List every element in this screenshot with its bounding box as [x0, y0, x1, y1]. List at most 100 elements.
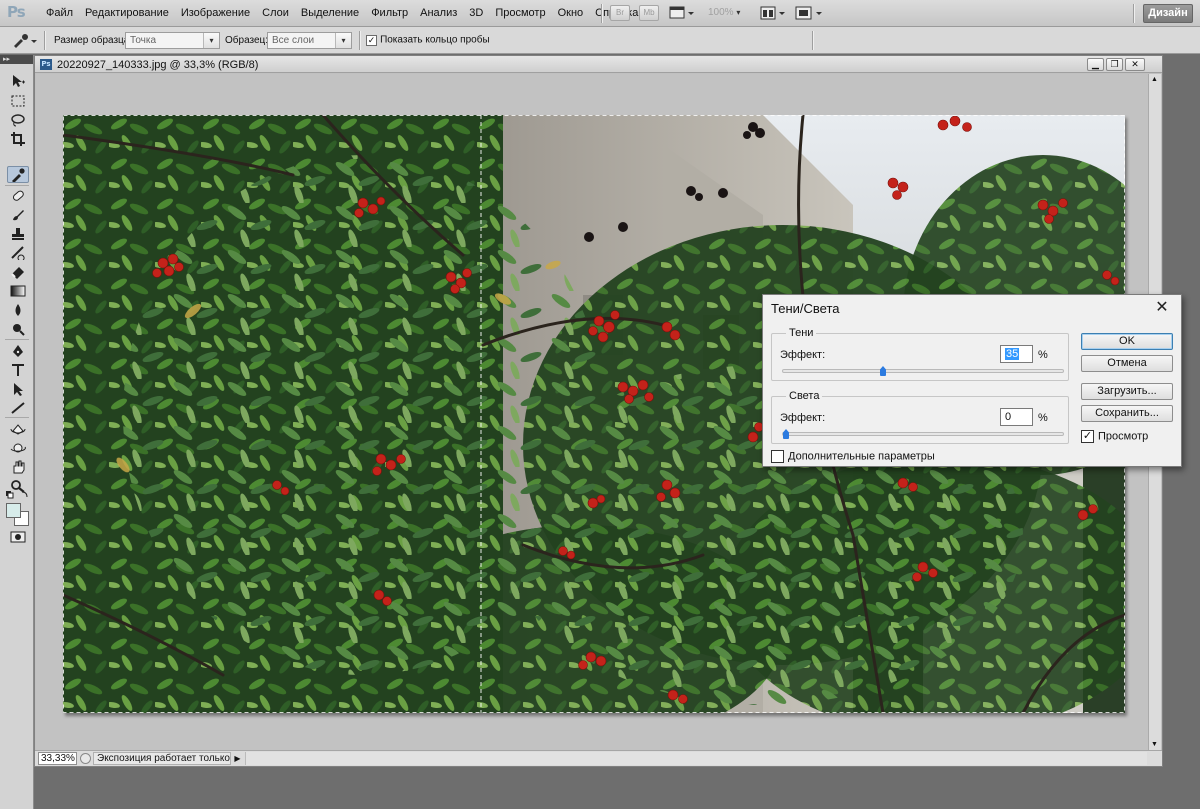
shadows-amount-input[interactable]: 35	[1000, 345, 1033, 363]
shadows-effect-label: Эффект:	[780, 349, 826, 361]
brush-tool-icon[interactable]	[7, 206, 29, 223]
tool-separator	[5, 417, 29, 418]
dialog-title: Тени/Света	[771, 301, 840, 316]
menu-layers[interactable]: Слои	[256, 0, 295, 27]
healing-brush-tool-icon[interactable]	[7, 187, 29, 204]
quick-mask-icon[interactable]	[7, 528, 29, 545]
options-separator	[44, 31, 45, 50]
history-brush-tool-icon[interactable]	[7, 244, 29, 261]
menu-view[interactable]: Просмотр	[489, 0, 551, 27]
menu-edit[interactable]: Редактирование	[79, 0, 175, 27]
options-separator	[359, 31, 360, 50]
zoom-field[interactable]: 33,33%	[38, 752, 77, 765]
status-menu-arrow-icon[interactable]: ▶	[232, 753, 243, 764]
shadows-group: Тени Эффект: 35 %	[771, 327, 1069, 381]
checkmark-icon: ✓	[1081, 430, 1094, 443]
highlights-percent-unit: %	[1038, 412, 1048, 424]
eyedropper-tool-icon[interactable]	[7, 166, 29, 183]
menu-3d[interactable]: 3D	[463, 0, 489, 27]
main-menu: Файл Редактирование Изображение Слои Выд…	[40, 0, 644, 27]
close-icon[interactable]: ✕	[1153, 298, 1171, 316]
mini-bridge-icon[interactable]: Mb	[639, 5, 659, 21]
chevron-down-icon: ▾	[203, 33, 219, 48]
panel-collapse-icon[interactable]: ▸▸	[0, 55, 33, 64]
bridge-icon[interactable]: Br	[610, 5, 630, 21]
menu-filter[interactable]: Фильтр	[365, 0, 414, 27]
document-title: 20220927_140333.jpg @ 33,3% (RGB/8)	[57, 59, 259, 71]
menu-separator	[1133, 4, 1134, 23]
type-tool-icon[interactable]	[7, 361, 29, 378]
restore-button[interactable]: ❐	[1106, 58, 1123, 71]
eraser-tool-icon[interactable]	[7, 263, 29, 280]
document-tab[interactable]: Ps 20220927_140333.jpg @ 33,3% (RGB/8) ▁…	[35, 56, 1162, 73]
preview-label: Просмотр	[1098, 430, 1149, 443]
preview-checkbox[interactable]: ✓ Просмотр	[1081, 430, 1148, 443]
blur-tool-icon[interactable]	[7, 301, 29, 318]
shadows-amount-slider[interactable]	[782, 366, 1064, 376]
menu-analysis[interactable]: Анализ	[414, 0, 463, 27]
menu-file[interactable]: Файл	[40, 0, 79, 27]
show-sampling-ring-label: Показать кольцо пробы	[380, 34, 490, 46]
marquee-tool-icon[interactable]	[7, 92, 29, 109]
options-separator	[812, 31, 813, 50]
workspace-button[interactable]: Дизайн	[1143, 4, 1193, 23]
status-bar: 33,33% Экспозиция работает только ... ▶	[35, 750, 1162, 766]
sample-label: Образец:	[225, 35, 269, 46]
foreground-color-swatch[interactable]	[6, 503, 21, 518]
menu-separator	[601, 4, 602, 23]
gradient-tool-icon[interactable]	[7, 282, 29, 299]
scroll-down-icon[interactable]: ▼	[1151, 741, 1158, 748]
lasso-tool-icon[interactable]	[7, 111, 29, 128]
status-info-text: Экспозиция работает только ...	[93, 752, 231, 765]
menu-bar: Ps Файл Редактирование Изображение Слои …	[0, 0, 1200, 27]
color-swatches[interactable]	[5, 502, 31, 528]
cancel-button[interactable]: Отмена	[1081, 355, 1173, 372]
ok-button[interactable]: OK	[1081, 333, 1173, 350]
screen-mode-icon[interactable]	[795, 5, 825, 21]
menu-select[interactable]: Выделение	[295, 0, 365, 27]
minimize-button[interactable]: ▁	[1087, 58, 1104, 71]
chevron-down-icon: ▾	[736, 8, 741, 17]
pen-tool-icon[interactable]	[7, 342, 29, 359]
highlights-slider-thumb[interactable]	[783, 429, 789, 439]
zoom-level-value: 100%	[708, 7, 734, 18]
3d-orbit-tool-icon[interactable]	[7, 439, 29, 456]
more-options-checkbox[interactable]: Дополнительные параметры	[771, 450, 935, 463]
crop-tool-icon[interactable]	[7, 130, 29, 147]
load-button[interactable]: Загрузить...	[1081, 383, 1173, 400]
path-selection-tool-icon[interactable]	[7, 380, 29, 397]
menu-image[interactable]: Изображение	[175, 0, 256, 27]
highlights-effect-label: Эффект:	[780, 412, 826, 424]
show-sampling-ring-checkbox[interactable]: ✓ Показать кольцо пробы	[366, 34, 490, 46]
3d-rotate-tool-icon[interactable]	[7, 420, 29, 437]
sample-layers-value: Все слои	[272, 35, 315, 46]
sample-layers-select[interactable]: Все слои ▾	[267, 32, 352, 49]
menu-window[interactable]: Окно	[552, 0, 590, 27]
close-button[interactable]: ✕	[1125, 58, 1145, 71]
tools-panel: ▸▸	[0, 55, 34, 809]
move-tool-icon[interactable]	[7, 72, 29, 89]
horizontal-scrollbar[interactable]	[245, 752, 1147, 765]
dodge-tool-icon[interactable]	[7, 320, 29, 337]
highlights-group: Света Эффект: 0 %	[771, 390, 1069, 444]
save-button[interactable]: Сохранить...	[1081, 405, 1173, 422]
tool-preset-picker[interactable]	[10, 32, 38, 49]
highlights-amount-slider[interactable]	[782, 429, 1064, 439]
checkbox-icon	[771, 450, 784, 463]
tool-separator	[5, 339, 29, 340]
hand-tool-icon[interactable]	[7, 458, 29, 475]
scroll-up-icon[interactable]: ▲	[1151, 76, 1158, 83]
ps-document-icon: Ps	[40, 59, 52, 70]
sample-size-value: Точка	[130, 35, 157, 46]
clone-stamp-tool-icon[interactable]	[7, 225, 29, 242]
zoom-level[interactable]: 100% ▾	[708, 7, 740, 18]
shadows-percent-unit: %	[1038, 349, 1048, 361]
shadows-legend: Тени	[786, 327, 817, 339]
view-extras-icon[interactable]	[669, 5, 697, 21]
arrange-documents-icon[interactable]	[760, 5, 788, 21]
sample-size-select[interactable]: Точка ▾	[125, 32, 220, 49]
line-tool-icon[interactable]	[7, 399, 29, 416]
status-info-icon	[80, 753, 91, 764]
shadows-slider-thumb[interactable]	[880, 366, 886, 376]
highlights-amount-input[interactable]: 0	[1000, 408, 1033, 426]
